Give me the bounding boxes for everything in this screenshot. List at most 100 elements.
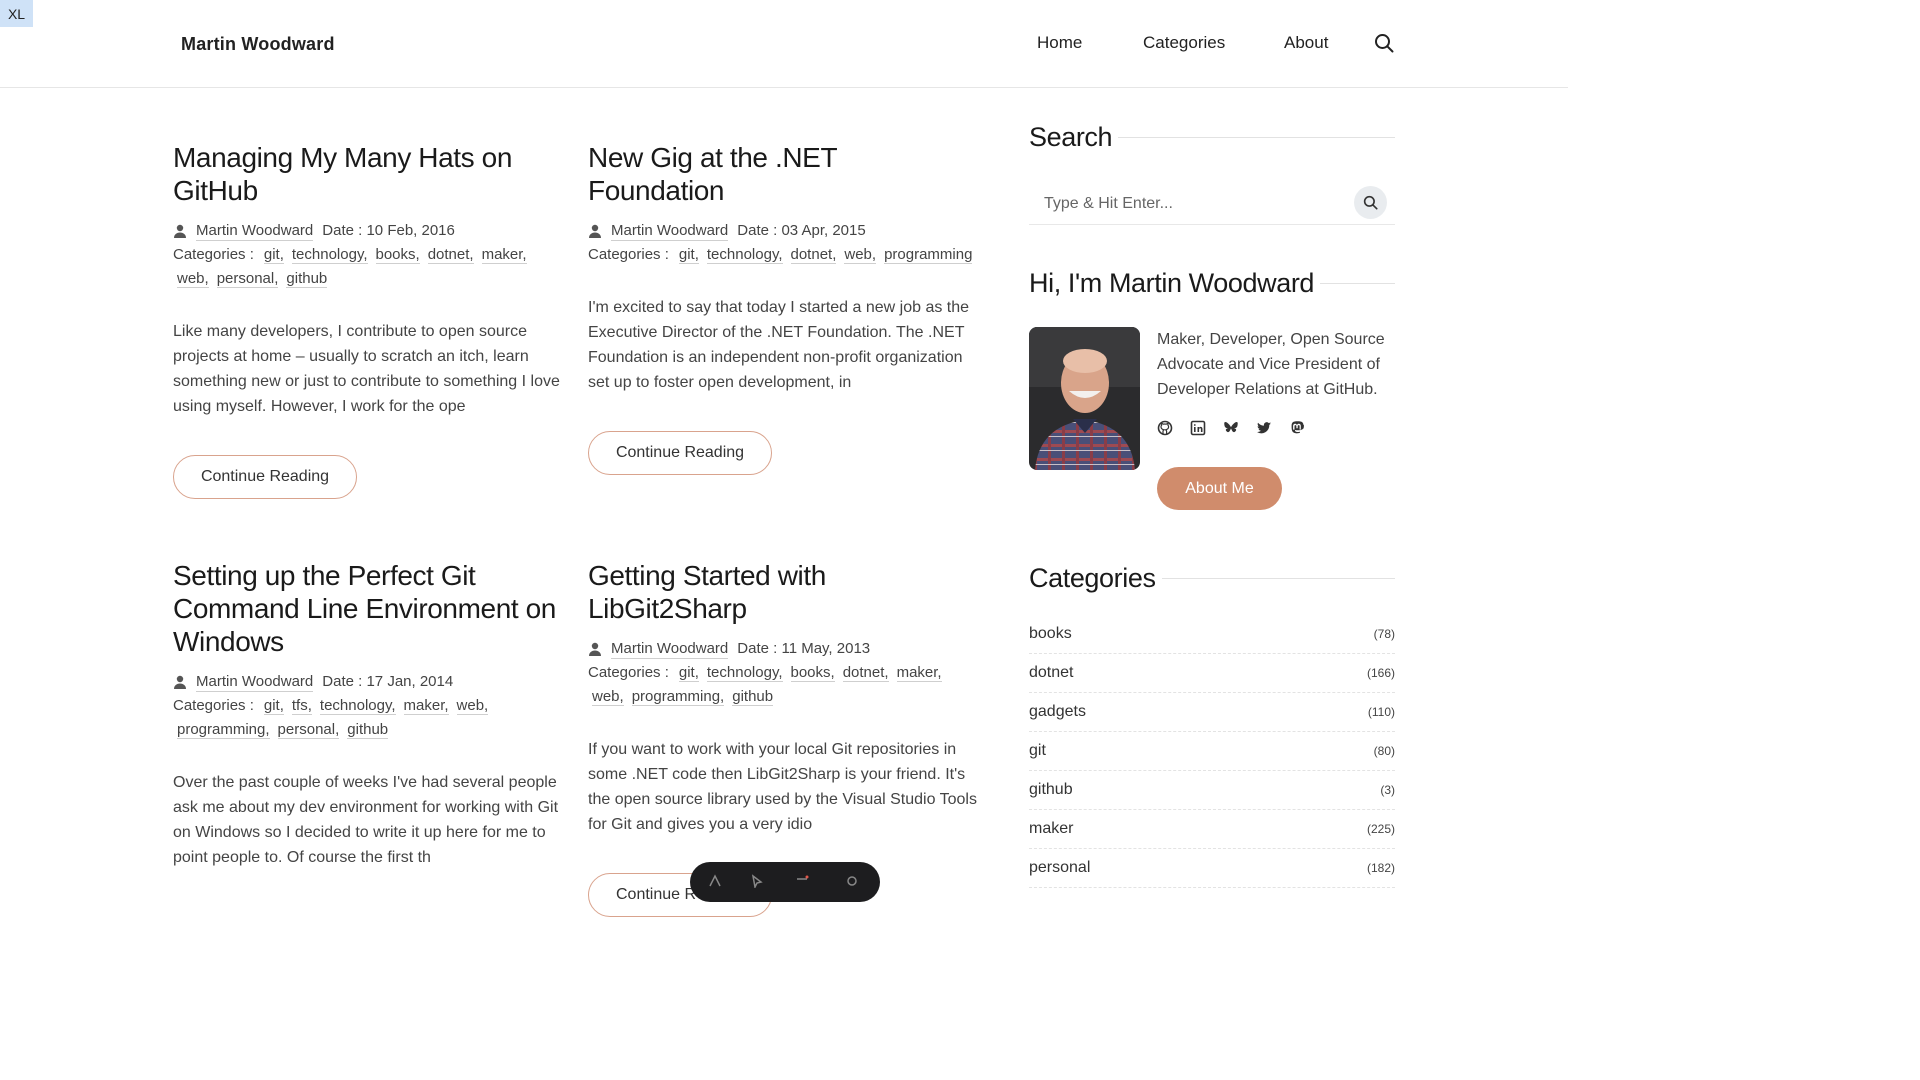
post-categories: Categories : git, tfs, technology, maker…: [173, 694, 565, 742]
category-count: (225): [1366, 822, 1395, 836]
post-date: Date : 17 Jan, 2014: [322, 673, 454, 690]
search-submit-button[interactable]: [1354, 186, 1387, 219]
post-date: Date : 11 May, 2013: [737, 640, 871, 657]
category-link[interactable]: git,: [678, 246, 699, 264]
post-excerpt: Like many developers, I contribute to op…: [173, 323, 560, 415]
toolbar-tool-icon[interactable]: [708, 874, 722, 888]
category-link[interactable]: books,: [375, 246, 420, 264]
site-title[interactable]: Martin Woodward: [181, 34, 335, 55]
post-author[interactable]: Martin Woodward: [196, 222, 314, 241]
category-item[interactable]: maker (225): [1029, 810, 1395, 849]
category-name[interactable]: personal: [1029, 859, 1090, 877]
post-title[interactable]: Managing My Many Hats on GitHub: [173, 141, 565, 207]
post-title[interactable]: Getting Started with LibGit2Sharp: [588, 559, 980, 625]
category-name[interactable]: github: [1029, 781, 1073, 799]
social-links: [1157, 420, 1305, 436]
category-link[interactable]: technology,: [706, 664, 783, 682]
category-name[interactable]: gadgets: [1029, 703, 1086, 721]
category-link[interactable]: programming: [884, 246, 973, 264]
nav-about[interactable]: About: [1284, 33, 1328, 53]
toolbar-pointer-icon[interactable]: [750, 874, 764, 888]
post-excerpt: I'm excited to say that today I started …: [588, 299, 970, 391]
post-date: Date : 10 Feb, 2016: [322, 222, 455, 239]
category-link[interactable]: books,: [790, 664, 835, 682]
post-excerpt: If you want to work with your local Git …: [588, 741, 977, 833]
sidebar-search: [1029, 182, 1395, 225]
category-item[interactable]: gadgets (110): [1029, 693, 1395, 732]
widget-divider: [1118, 137, 1395, 138]
category-name[interactable]: dotnet: [1029, 664, 1073, 682]
search-icon[interactable]: [1374, 33, 1394, 53]
category-name[interactable]: git: [1029, 742, 1046, 760]
category-name[interactable]: books: [1029, 625, 1072, 643]
category-link[interactable]: personal,: [216, 270, 279, 288]
twitter-icon[interactable]: [1256, 420, 1272, 436]
category-list: books (78) dotnet (166) gadgets (110) gi…: [1029, 615, 1395, 888]
category-link[interactable]: github: [347, 721, 389, 739]
about-me-button[interactable]: About Me: [1157, 467, 1282, 510]
mastodon-icon[interactable]: [1289, 420, 1305, 436]
category-item[interactable]: github (3): [1029, 771, 1395, 810]
category-link[interactable]: maker,: [896, 664, 942, 682]
category-name[interactable]: maker: [1029, 820, 1073, 838]
category-item[interactable]: books (78): [1029, 615, 1395, 654]
categories-label: Categories :: [588, 664, 669, 681]
categories-label: Categories :: [588, 246, 669, 263]
about-widget-header: Hi, I'm Martin Woodward: [1029, 268, 1395, 299]
category-link[interactable]: dotnet,: [790, 246, 837, 264]
nav-categories[interactable]: Categories: [1143, 33, 1225, 53]
categories-label: Categories :: [173, 246, 254, 263]
category-link[interactable]: tfs,: [291, 697, 312, 715]
post-title[interactable]: Setting up the Perfect Git Command Line …: [173, 559, 565, 658]
search-input[interactable]: [1042, 194, 1342, 214]
category-link[interactable]: web,: [177, 270, 209, 288]
category-link[interactable]: maker,: [403, 697, 449, 715]
toolbar-menu-icon[interactable]: [795, 874, 809, 888]
category-link[interactable]: technology,: [291, 246, 368, 264]
floating-toolbar[interactable]: [690, 862, 880, 902]
category-link[interactable]: technology,: [319, 697, 396, 715]
github-icon[interactable]: [1157, 420, 1173, 436]
post-meta: Martin Woodward Date : 10 Feb, 2016 Cate…: [173, 219, 565, 291]
category-link[interactable]: git,: [678, 664, 699, 682]
widget-title-about: Hi, I'm Martin Woodward: [1029, 268, 1315, 298]
category-link[interactable]: github: [732, 688, 774, 706]
categories-label: Categories :: [173, 697, 254, 714]
user-icon: [589, 642, 601, 656]
category-item[interactable]: git (80): [1029, 732, 1395, 771]
post-meta: Martin Woodward Date : 11 May, 2013 Cate…: [588, 637, 980, 709]
category-link[interactable]: maker,: [481, 246, 527, 264]
category-link[interactable]: git,: [263, 246, 284, 264]
continue-reading-button[interactable]: Continue Reading: [173, 455, 357, 499]
category-item[interactable]: personal (182): [1029, 849, 1395, 888]
category-link[interactable]: web,: [592, 688, 624, 706]
nav-home[interactable]: Home: [1037, 33, 1082, 53]
post-author[interactable]: Martin Woodward: [611, 222, 729, 241]
category-item[interactable]: dotnet (166): [1029, 654, 1395, 693]
continue-reading-button[interactable]: Continue Reading: [588, 431, 772, 475]
site-header: Martin Woodward Home Categories About: [0, 0, 1568, 88]
category-count: (78): [1373, 627, 1395, 641]
category-link[interactable]: git,: [263, 697, 284, 715]
category-link[interactable]: dotnet,: [842, 664, 889, 682]
toolbar-settings-icon[interactable]: [845, 874, 859, 888]
search-icon: [1363, 195, 1378, 210]
post-title[interactable]: New Gig at the .NET Foundation: [588, 141, 980, 207]
category-link[interactable]: web,: [844, 246, 877, 264]
post-author[interactable]: Martin Woodward: [196, 673, 314, 692]
category-count: (110): [1367, 705, 1395, 719]
category-link[interactable]: web,: [456, 697, 489, 715]
post-excerpt: Over the past couple of weeks I've had s…: [173, 774, 559, 866]
author-bio: Maker, Developer, Open Source Advocate a…: [1157, 331, 1385, 398]
category-link[interactable]: personal,: [277, 721, 340, 739]
bluesky-icon[interactable]: [1223, 420, 1239, 436]
category-link[interactable]: technology,: [706, 246, 783, 264]
category-link[interactable]: github: [286, 270, 328, 288]
post-author[interactable]: Martin Woodward: [611, 640, 729, 659]
post-meta: Martin Woodward Date : 17 Jan, 2014 Cate…: [173, 670, 565, 742]
category-link[interactable]: programming,: [631, 688, 725, 706]
linkedin-icon[interactable]: [1190, 420, 1206, 436]
category-link[interactable]: dotnet,: [427, 246, 474, 264]
category-link[interactable]: programming,: [177, 721, 270, 739]
category-count: (80): [1373, 744, 1395, 758]
